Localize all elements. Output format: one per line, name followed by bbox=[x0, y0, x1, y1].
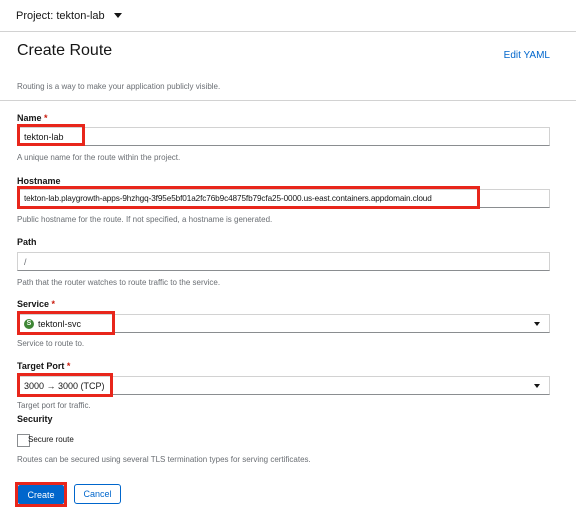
secure-route-row: Secure route bbox=[17, 434, 74, 447]
page-title: Create Route bbox=[17, 42, 113, 59]
target-port-select[interactable]: 3000 → 3000 (TCP) bbox=[17, 376, 550, 395]
name-helper-text: A unique name for the route within the p… bbox=[17, 153, 181, 162]
service-badge-icon: S bbox=[24, 318, 34, 329]
required-marker: * bbox=[44, 113, 48, 123]
target-port-select-value: 3000 → 3000 (TCP) bbox=[24, 380, 105, 391]
required-marker: * bbox=[66, 361, 71, 371]
target-port-label: Target Port * bbox=[17, 361, 71, 371]
service-select-value: tektonl-svc bbox=[38, 318, 82, 329]
chevron-down-icon bbox=[534, 322, 540, 326]
service-label: Service * bbox=[17, 299, 56, 309]
secure-route-label[interactable]: Secure route bbox=[28, 435, 74, 444]
project-bar: Project: tekton-lab bbox=[0, 0, 576, 32]
security-helper-text: Routes can be secured using several TLS … bbox=[17, 455, 311, 464]
security-heading: Security bbox=[17, 414, 53, 424]
name-label: Name * bbox=[17, 113, 48, 123]
hostname-input-value: tekton-lab.playgrowth-apps-9hzhgq-3f95e5… bbox=[24, 194, 432, 203]
name-input-value: tekton-lab bbox=[24, 131, 64, 142]
header-divider bbox=[0, 100, 576, 101]
page-description: Routing is a way to make your applicatio… bbox=[17, 82, 221, 91]
edit-yaml-link[interactable]: Edit YAML bbox=[504, 50, 550, 61]
name-input[interactable]: tekton-lab bbox=[17, 127, 550, 146]
project-selector[interactable]: Project: tekton-lab bbox=[16, 10, 122, 22]
cancel-button[interactable]: Cancel bbox=[74, 484, 121, 504]
path-label: Path bbox=[17, 237, 37, 247]
hostname-input[interactable]: tekton-lab.playgrowth-apps-9hzhgq-3f95e5… bbox=[17, 189, 550, 208]
path-input-placeholder: / bbox=[24, 256, 27, 267]
create-button[interactable]: Create bbox=[18, 485, 64, 504]
required-marker: * bbox=[51, 299, 56, 309]
chevron-down-icon bbox=[534, 384, 540, 388]
caret-down-icon bbox=[113, 13, 122, 18]
service-helper-text: Service to route to. bbox=[17, 339, 85, 348]
target-port-helper-text: Target port for traffic. bbox=[17, 401, 91, 410]
path-helper-text: Path that the router watches to route tr… bbox=[17, 278, 221, 287]
path-input[interactable]: / bbox=[17, 252, 550, 271]
hostname-label: Hostname bbox=[17, 176, 61, 186]
create-route-page: Project: tekton-lab Create Route Edit YA… bbox=[0, 0, 576, 516]
service-select[interactable]: S tektonl-svc bbox=[17, 314, 550, 333]
hostname-helper-text: Public hostname for the route. If not sp… bbox=[17, 215, 273, 224]
project-selector-label: Project: tekton-lab bbox=[16, 9, 105, 22]
